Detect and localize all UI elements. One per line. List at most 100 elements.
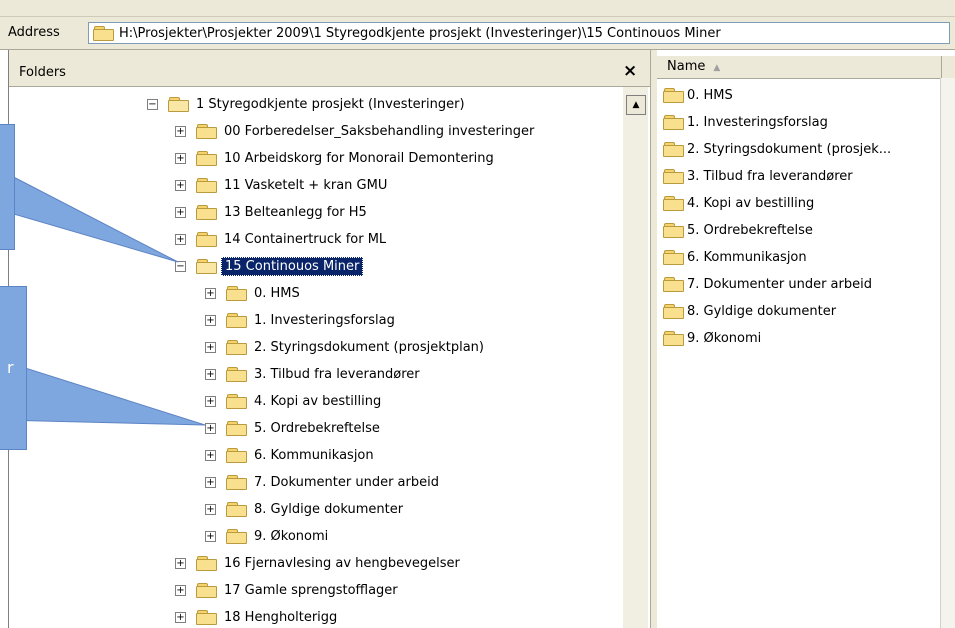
tree-item-label: 17 Gamle sprengstofflager [224,582,398,598]
sort-ascending-icon: ▲ [713,63,721,73]
expand-icon[interactable]: + [175,584,186,596]
close-icon[interactable]: × [623,61,637,81]
list-item[interactable]: 7. Dokumenter under arbeid [663,274,872,294]
tree-item-00[interactable]: + 00 Forberedelser_Saksbehandling invest… [175,121,534,141]
tree-item-1-styregodkjente[interactable]: − 1 Styregodkjente prosjekt (Investering… [147,94,465,114]
tree-item-9-okonomi[interactable]: + 9. Økonomi [205,526,328,546]
tree-item-14[interactable]: + 14 Containertruck for ML [175,229,386,249]
tree-item-6-kommunikasjon[interactable]: + 6. Kommunikasjon [205,445,374,465]
folder-icon [663,141,685,157]
tree-item-3-tilbud[interactable]: + 3. Tilbud fra leverandører [205,364,420,384]
expand-icon[interactable]: + [205,503,216,515]
folder-icon [196,123,218,139]
folder-icon [196,582,218,598]
tree-item-2-styringsdokument[interactable]: + 2. Styringsdokument (prosjektplan) [205,337,484,357]
tree-item-15-selected[interactable]: − 15 Continouos Miner [175,256,364,276]
tree-item-label: 0. HMS [254,285,300,301]
list-item[interactable]: 2. Styringsdokument (prosjek... [663,139,891,159]
expand-icon[interactable]: + [175,152,186,164]
expand-icon[interactable]: + [175,206,186,218]
expand-icon[interactable]: + [175,233,186,245]
list-item[interactable]: 3. Tilbud fra leverandører [663,166,853,186]
list-item-label: 1. Investeringsforslag [687,114,828,130]
address-input[interactable]: H:\Prosjekter\Prosjekter 2009\1 Styregod… [88,22,950,44]
tree-item-4-kopi[interactable]: + 4. Kopi av bestilling [205,391,381,411]
folder-icon [663,222,685,238]
list-item[interactable]: 4. Kopi av bestilling [663,193,814,213]
tree-item-13[interactable]: + 13 Belteanlegg for H5 [175,202,367,222]
tree-item-label: 9. Økonomi [254,528,329,544]
list-header: Name ▲ [657,56,955,79]
tree-item-label: 4. Kopi av bestilling [254,393,382,409]
tree-item-label: 11 Vasketelt + kran GMU [224,177,388,193]
file-list-pane: Name ▲ 0. HMS 1. Investeringsforslag 2. S… [657,50,955,628]
tree-scrollbar[interactable]: ▲ [623,87,648,628]
expand-icon[interactable]: + [175,611,186,623]
collapse-icon[interactable]: − [147,98,158,110]
folder-icon [226,447,248,463]
list-item-label: 3. Tilbud fra leverandører [687,168,853,184]
tree-item-7-dokumenter[interactable]: + 7. Dokumenter under arbeid [205,472,439,492]
list-item[interactable]: 1. Investeringsforslag [663,112,828,132]
list-item[interactable]: 9. Økonomi [663,328,761,348]
tree-item-11[interactable]: + 11 Vasketelt + kran GMU [175,175,387,195]
tree-item-label: 16 Fjernavlesing av hengbevegelser [224,555,460,571]
expand-icon[interactable]: + [205,449,216,461]
list-item-label: 8. Gyldige dokumenter [687,303,837,319]
list-item-label: 4. Kopi av bestilling [687,195,815,211]
folder-icon [226,366,248,382]
tree-item-label: 8. Gyldige dokumenter [254,501,404,517]
list-item-label: 0. HMS [687,87,733,103]
address-bar: Address H:\Prosjekter\Prosjekter 2009\1 … [0,17,955,50]
folder-icon [196,555,218,571]
collapse-icon[interactable]: − [175,260,186,272]
folder-icon [663,303,685,319]
tree-item-0-hms[interactable]: + 0. HMS [205,283,300,303]
scroll-up-icon[interactable]: ▲ [626,95,646,115]
tree-item-1-investeringsforslag[interactable]: + 1. Investeringsforslag [205,310,395,330]
expand-icon[interactable]: + [205,368,216,380]
folder-tree: − 1 Styregodkjente prosjekt (Investering… [9,87,621,628]
tree-item-label: 3. Tilbud fra leverandører [254,366,420,382]
expand-icon[interactable]: + [175,557,186,569]
folder-icon [663,114,685,130]
folder-icon [226,528,248,544]
tree-item-label: 2. Styringsdokument (prosjektplan) [254,339,484,355]
folder-icon [93,26,115,41]
tree-item-10[interactable]: + 10 Arbeidskorg for Monorail Demonterin… [175,148,494,168]
tree-item-5-ordrebekreftelse[interactable]: + 5. Ordrebekreftelse [205,418,380,438]
folders-pane: Folders × − 1 Styregodkjente prosjekt (I… [8,50,650,628]
list-item-label: 9. Økonomi [687,330,762,346]
folder-icon [663,87,685,103]
column-header-name[interactable]: Name ▲ [657,56,942,78]
list-scrollbar[interactable] [940,78,955,628]
column-header-label: Name [667,59,706,74]
list-item-label: 5. Ordrebekreftelse [687,222,813,238]
expand-icon[interactable]: + [205,530,216,542]
tree-item-16[interactable]: + 16 Fjernavlesing av hengbevegelser [175,553,460,573]
tree-item-18[interactable]: + 18 Hengholterigg [175,607,337,627]
expand-icon[interactable]: + [205,314,216,326]
list-item[interactable]: 5. Ordrebekreftelse [663,220,813,240]
address-label: Address [8,25,60,40]
list-item[interactable]: 6. Kommunikasjon [663,247,807,267]
tree-item-label: 5. Ordrebekreftelse [254,420,380,436]
tree-item-label: 7. Dokumenter under arbeid [254,474,439,490]
expand-icon[interactable]: + [175,179,186,191]
expand-icon[interactable]: + [205,476,216,488]
address-path: H:\Prosjekter\Prosjekter 2009\1 Styregod… [119,26,721,41]
expand-icon[interactable]: + [175,125,186,137]
tree-item-17[interactable]: + 17 Gamle sprengstofflager [175,580,398,600]
list-item[interactable]: 0. HMS [663,85,733,105]
expand-icon[interactable]: + [205,287,216,299]
list-item-label: 2. Styringsdokument (prosjek... [687,141,892,157]
folder-open-icon [196,258,218,274]
expand-icon[interactable]: + [205,341,216,353]
tree-item-8-gyldige[interactable]: + 8. Gyldige dokumenter [205,499,403,519]
folders-title: Folders [19,65,66,80]
list-item[interactable]: 8. Gyldige dokumenter [663,301,836,321]
expand-icon[interactable]: + [205,395,216,407]
folder-icon [226,420,248,436]
tree-item-label: 1 Styregodkjente prosjekt (Investeringer… [196,96,465,112]
expand-icon[interactable]: + [205,422,216,434]
